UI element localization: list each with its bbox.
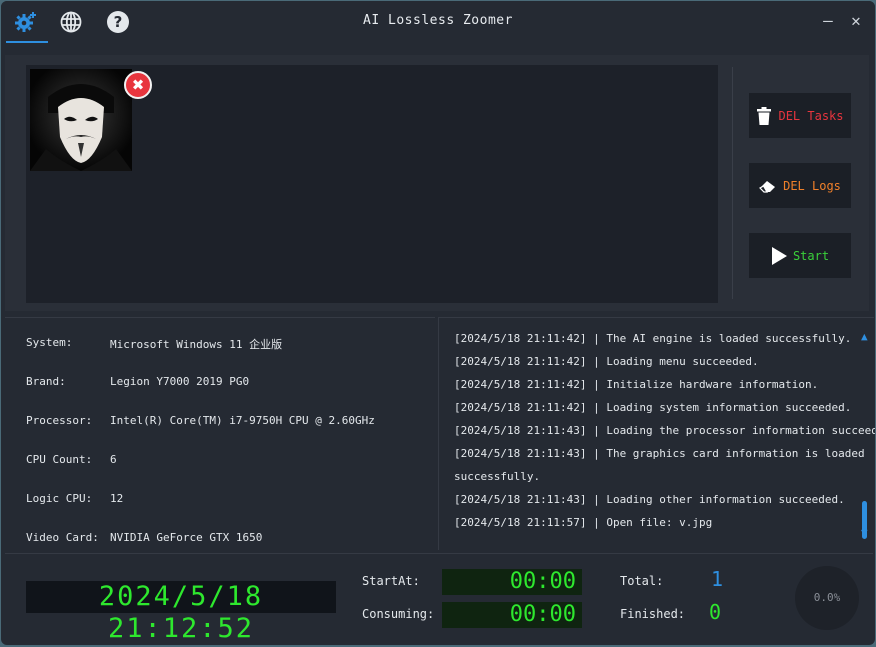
mask-image-icon bbox=[30, 69, 132, 171]
log-line: [2024/5/18 21:11:43] | Loading the proce… bbox=[454, 424, 875, 437]
progress-ring: 0.0% bbox=[795, 566, 859, 630]
scroll-down-icon[interactable]: ▼ bbox=[861, 526, 868, 539]
consuming-display: 00:00 bbox=[442, 602, 582, 628]
del-logs-button[interactable]: DEL Logs bbox=[749, 163, 851, 208]
task-panel: ✖ DEL Tasks DEL Logs Start bbox=[5, 55, 869, 311]
info-value: Microsoft Windows 11 企业版 bbox=[110, 338, 283, 351]
system-info-panel: System: Microsoft Windows 11 企业版 Brand: … bbox=[5, 317, 435, 550]
info-value: 6 bbox=[110, 453, 117, 466]
finished-count: 0 bbox=[709, 600, 722, 624]
del-tasks-label: DEL Tasks bbox=[778, 108, 844, 123]
start-at-label: StartAt: bbox=[362, 574, 420, 588]
info-value: Intel(R) Core(TM) i7-9750H CPU @ 2.60GHz bbox=[110, 414, 375, 427]
info-key: Video Card: bbox=[26, 531, 99, 544]
info-key: System: bbox=[26, 336, 73, 349]
info-key: CPU Count: bbox=[26, 453, 93, 466]
del-tasks-button[interactable]: DEL Tasks bbox=[749, 93, 851, 138]
eraser-icon bbox=[759, 180, 776, 193]
log-line: successfully. bbox=[454, 470, 541, 483]
info-value: 12 bbox=[110, 492, 124, 505]
info-key: Logic CPU: bbox=[26, 492, 93, 505]
del-logs-label: DEL Logs bbox=[783, 178, 841, 193]
status-panel: 2024/5/18 21:12:52 StartAt: 00:00 Consum… bbox=[5, 553, 873, 644]
minimize-button[interactable]: — bbox=[818, 11, 838, 31]
total-count: 1 bbox=[711, 567, 724, 591]
play-icon bbox=[771, 246, 787, 265]
info-value: Legion Y7000 2019 PG0 bbox=[110, 375, 250, 388]
scroll-up-icon[interactable]: ▲ bbox=[861, 330, 868, 343]
task-thumbnail[interactable] bbox=[30, 69, 132, 171]
log-line: [2024/5/18 21:11:43] | The graphics card… bbox=[454, 447, 865, 460]
log-line: [2024/5/18 21:11:42] | Loading menu succ… bbox=[454, 355, 759, 368]
log-line: [2024/5/18 21:11:43] | Loading other inf… bbox=[454, 493, 845, 506]
log-panel[interactable]: [2024/5/18 21:11:42] | The AI engine is … bbox=[438, 317, 875, 550]
finished-label: Finished: bbox=[620, 607, 686, 621]
info-key: Processor: bbox=[26, 414, 93, 427]
log-line: [2024/5/18 21:11:57] | Open file: v.jpg bbox=[454, 516, 713, 529]
digital-clock: 2024/5/18 21:12:52 bbox=[26, 581, 336, 644]
total-label: Total: bbox=[620, 574, 664, 588]
title-bar: ? AI Lossless Zoomer — ✕ bbox=[1, 1, 875, 43]
log-line: [2024/5/18 21:11:42] | The AI engine is … bbox=[454, 332, 852, 345]
log-line: [2024/5/18 21:11:42] | Initialize hardwa… bbox=[454, 378, 819, 391]
app-window: ? AI Lossless Zoomer — ✕ ✖ DEL Tasks DEL… bbox=[1, 1, 875, 645]
info-key: Brand: bbox=[26, 375, 66, 388]
start-button[interactable]: Start bbox=[749, 233, 851, 278]
close-button[interactable]: ✕ bbox=[846, 11, 866, 31]
log-line: [2024/5/18 21:11:42] | Loading system in… bbox=[454, 401, 852, 414]
start-at-display: 00:00 bbox=[442, 569, 582, 595]
start-label: Start bbox=[792, 248, 830, 263]
info-value: NVIDIA GeForce GTX 1650 bbox=[110, 531, 263, 544]
task-drop-area[interactable]: ✖ bbox=[26, 65, 718, 303]
active-tab-indicator bbox=[6, 41, 48, 43]
trash-icon bbox=[757, 106, 772, 125]
consuming-label: Consuming: bbox=[362, 607, 435, 621]
divider bbox=[732, 67, 733, 299]
remove-task-button[interactable]: ✖ bbox=[124, 71, 152, 99]
window-title: AI Lossless Zoomer bbox=[363, 13, 513, 28]
